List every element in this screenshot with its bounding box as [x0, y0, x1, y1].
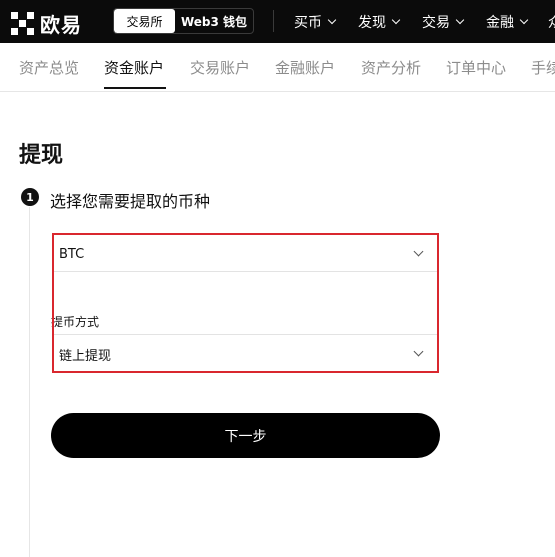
nav-label: 发现	[358, 14, 386, 31]
nav-label: 交易	[422, 14, 450, 31]
nav-label: 买币	[294, 14, 322, 31]
chevron-down-icon	[519, 15, 529, 24]
active-tab-indicator	[104, 87, 166, 89]
step-connector-line	[29, 207, 30, 557]
step-number-badge: 1	[21, 188, 39, 206]
tab-finance-account[interactable]: 金融账户	[275, 57, 335, 78]
nav-more[interactable]: 众	[548, 0, 555, 43]
nav-label: 众	[548, 12, 555, 32]
tab-trading-account[interactable]: 交易账户	[190, 57, 250, 78]
logo[interactable]: 欧易	[11, 9, 82, 38]
tab-fees[interactable]: 手续	[531, 57, 555, 78]
step-title: 选择您需要提取的币种	[50, 192, 211, 211]
chevron-down-icon	[391, 15, 401, 24]
tab-order-center[interactable]: 订单中心	[446, 57, 506, 78]
web3-wallet-tab[interactable]: Web3 钱包	[175, 9, 253, 33]
highlight-annotation-box	[52, 233, 439, 373]
brand-name: 欧易	[40, 13, 82, 37]
chevron-down-icon	[455, 15, 465, 24]
page-title: 提现	[19, 143, 64, 168]
tab-asset-overview[interactable]: 资产总览	[19, 57, 79, 78]
okx-logo-icon	[11, 11, 35, 36]
tab-funding-account[interactable]: 资金账户	[104, 57, 164, 78]
nav-label: 金融	[486, 14, 514, 31]
nav-trade[interactable]: 交易	[422, 0, 465, 43]
nav-buy-crypto[interactable]: 买币	[294, 0, 337, 43]
tab-asset-analysis[interactable]: 资产分析	[361, 57, 421, 78]
chevron-down-icon	[327, 15, 337, 24]
product-switcher: 交易所 Web3 钱包	[113, 8, 254, 34]
divider	[273, 10, 274, 32]
nav-finance[interactable]: 金融	[486, 0, 529, 43]
next-step-button[interactable]: 下一步	[51, 413, 440, 458]
exchange-tab[interactable]: 交易所	[114, 9, 175, 33]
nav-discover[interactable]: 发现	[358, 0, 401, 43]
account-subnav: 资产总览 资金账户 交易账户 金融账户 资产分析 订单中心 手续	[0, 43, 555, 92]
top-bar: 欧易 交易所 Web3 钱包 买币 发现 交易 金融 众	[0, 0, 555, 43]
